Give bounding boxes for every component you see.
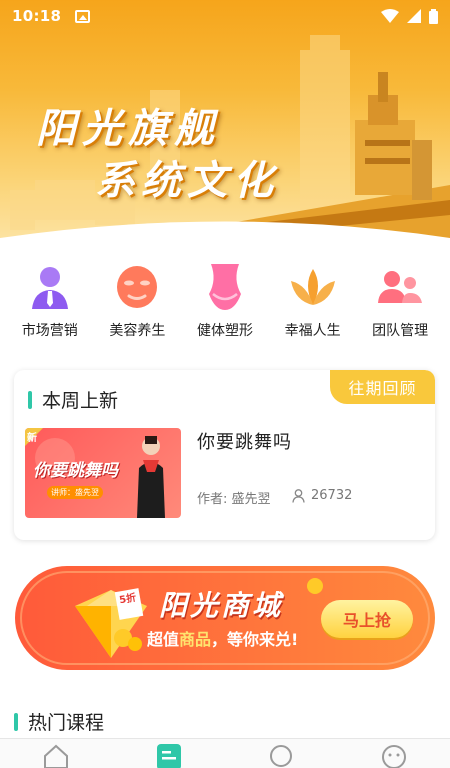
category-grid: 市场营销 美容养生 健体塑形 幸福人生 团队管理 [0, 262, 450, 354]
category-marketing[interactable]: 市场营销 [7, 262, 93, 354]
course-list-icon [156, 744, 181, 768]
slogan-suffix: ，等你来兑! [211, 630, 299, 649]
category-label: 美容养生 [109, 323, 166, 339]
bottom-navigation [0, 738, 450, 768]
hero-title-line2: 系统文化 [95, 157, 279, 204]
image-icon [75, 9, 91, 23]
nav-discover[interactable] [251, 744, 311, 768]
battery-icon [429, 8, 438, 24]
past-review-button[interactable]: 往期回顾 [330, 370, 435, 404]
discover-icon [270, 745, 293, 767]
category-label: 幸福人生 [284, 323, 341, 339]
course-author: 作者: 盛先翌 [197, 492, 271, 507]
mall-title: 阳光商城 [159, 589, 284, 622]
status-time: 10:18 [12, 7, 62, 25]
lotus-icon [288, 262, 338, 312]
category-label: 团队管理 [372, 323, 429, 339]
person-outline-icon [292, 488, 305, 503]
views-count: 26732 [311, 488, 353, 503]
category-label: 市场营销 [21, 323, 78, 339]
coupon-label: 5折 [118, 592, 138, 607]
wifi-icon [381, 9, 399, 23]
face-mask-icon [112, 262, 162, 312]
category-label: 健体塑形 [196, 323, 253, 339]
section-accent-bar [28, 390, 32, 409]
course-title[interactable]: 你要跳舞吗 [197, 428, 292, 454]
course-views: 26732 [292, 488, 352, 503]
category-team[interactable]: 团队管理 [357, 262, 443, 354]
status-bar: 10:18 [0, 0, 450, 32]
person-tie-icon [25, 262, 75, 312]
team-icon [375, 262, 425, 312]
slogan-highlight: 商品 [179, 630, 212, 649]
hero-banner[interactable]: 阳光旗舰 系统文化 [0, 0, 450, 258]
cellular-signal-icon [407, 9, 421, 23]
nav-courses[interactable] [139, 744, 199, 768]
thumb-lecturer: 讲师：盛先翌 [47, 486, 103, 499]
home-icon [44, 744, 69, 768]
hot-courses-header: 热门课程 [14, 708, 104, 735]
section-accent-bar [14, 712, 18, 731]
mall-banner[interactable]: 5折 阳光商城 超值商品，等你来兑! 马上抢 [15, 566, 435, 670]
profile-icon [381, 745, 406, 768]
hot-courses-title: 热门课程 [28, 712, 105, 734]
category-beauty[interactable]: 美容养生 [94, 262, 180, 354]
app-screen: 阳光旗舰 系统文化 10:18 市场营销 美容养生 健体塑形 幸福人生 团队管理… [0, 0, 450, 768]
thumb-title: 你要跳舞吗 [33, 461, 118, 481]
hero-title-line1: 阳光旗舰 [36, 105, 220, 152]
category-happiness[interactable]: 幸福人生 [270, 262, 356, 354]
nav-profile[interactable] [364, 744, 424, 768]
course-thumbnail[interactable]: 新 你要跳舞吗 讲师：盛先翌 [25, 428, 181, 518]
grab-now-button[interactable]: 马上抢 [321, 600, 413, 638]
weekly-title: 本周上新 [42, 390, 119, 412]
weekly-section-header: 本周上新 [28, 386, 118, 413]
body-shape-icon [200, 262, 250, 312]
slogan-prefix: 超值 [147, 630, 180, 649]
weekly-new-card: 本周上新 往期回顾 新 你要跳舞吗 讲师：盛先翌 你要跳舞吗 作者: 盛先翌 2… [14, 370, 435, 540]
mall-slogan: 超值商品，等你来兑! [147, 626, 298, 650]
category-fitness[interactable]: 健体塑形 [182, 262, 268, 354]
thumb-badge: 新 [27, 433, 37, 444]
nav-home[interactable] [26, 744, 86, 768]
